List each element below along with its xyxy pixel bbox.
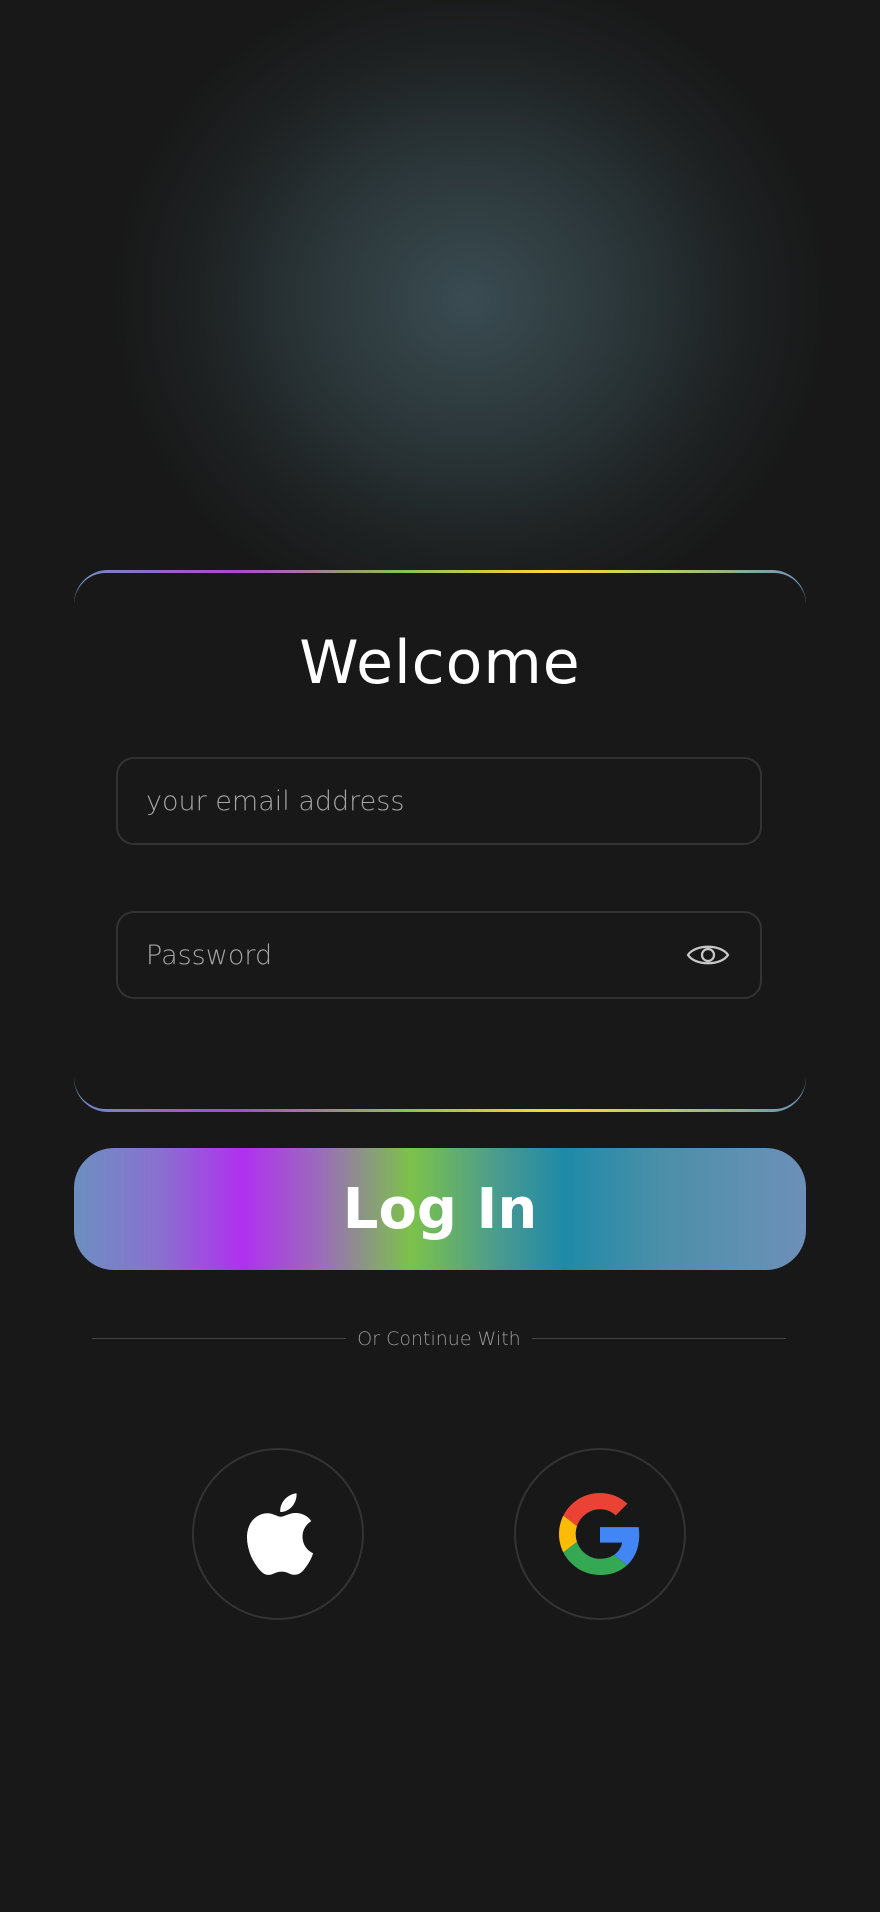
- apple-login-button[interactable]: [192, 1448, 364, 1620]
- password-field[interactable]: [116, 911, 762, 999]
- login-screen: Welcome Log In Or Continue With: [0, 0, 880, 1912]
- google-icon: [559, 1493, 640, 1575]
- divider-label: Or Continue With: [357, 1328, 521, 1350]
- apple-icon: [246, 1493, 314, 1575]
- login-button[interactable]: Log In: [74, 1148, 806, 1270]
- eye-icon[interactable]: [686, 939, 730, 971]
- divider-line-right: [532, 1338, 786, 1339]
- login-card: Welcome: [74, 573, 806, 1109]
- email-input[interactable]: [146, 759, 666, 843]
- google-login-button[interactable]: [514, 1448, 686, 1620]
- password-input[interactable]: [146, 913, 666, 997]
- email-field[interactable]: [116, 757, 762, 845]
- page-title: Welcome: [299, 628, 581, 698]
- continue-divider: Or Continue With: [92, 1324, 786, 1354]
- login-card-border: Welcome: [74, 570, 806, 1112]
